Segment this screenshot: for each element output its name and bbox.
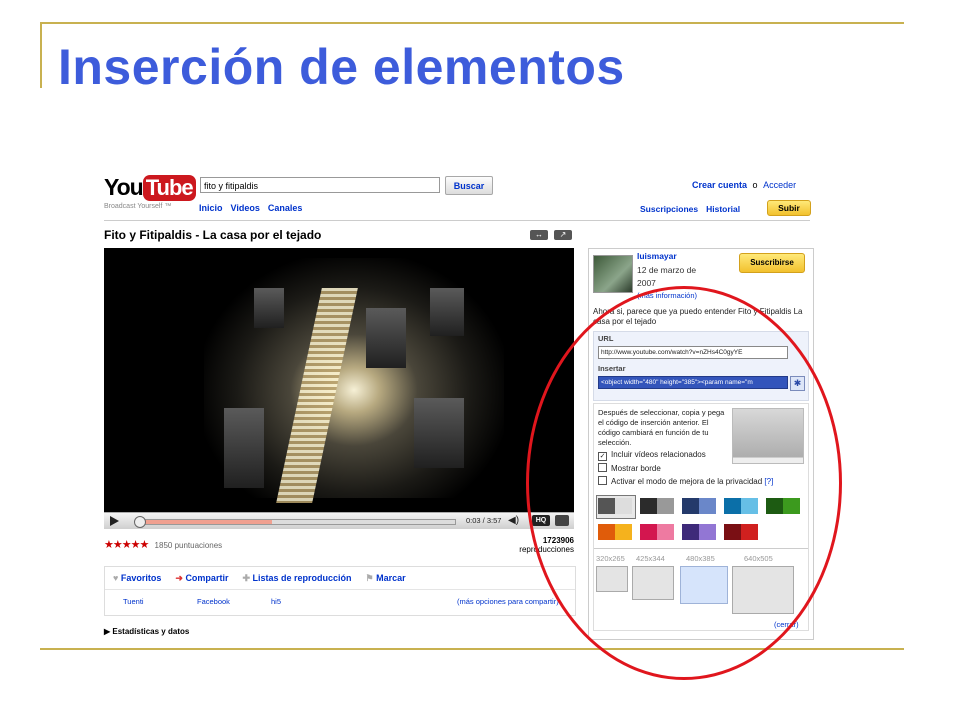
heart-icon: ♥ [113,573,119,583]
progress-bar[interactable] [138,519,456,525]
left-rule [40,22,42,88]
popout-icon[interactable]: ↗ [554,230,572,240]
account-links: Crear cuenta o Acceder [692,180,796,190]
nav-inicio[interactable]: Inicio [199,203,223,213]
ratings-count: 1850 puntuaciones [154,541,223,550]
video-building [366,308,406,368]
history-link[interactable]: Historial [706,204,740,214]
plus-icon: ✚ [242,573,250,583]
expand-icon[interactable]: ↔ [530,230,548,240]
nav-videos[interactable]: Videos [231,203,260,213]
upload-button[interactable]: Subir [767,200,811,216]
time-display: 0:03 / 3:57 [466,516,502,525]
main-nav: Inicio Videos Canales [199,203,310,213]
share-label: Compartir [185,573,229,583]
create-account-link[interactable]: Crear cuenta [692,180,747,190]
flag-icon: ⚑ [365,573,374,583]
header-divider [104,220,810,221]
video-player[interactable] [104,248,574,512]
share-button[interactable]: ➜ Compartir [175,573,228,583]
logo-tube: Tube [142,175,196,201]
expand-arrow-icon: ▶ [104,627,111,636]
action-panel: ♥ Favoritos ➜ Compartir ✚ Listas de reprod… [104,566,576,616]
search-input[interactable]: fito y fitipaldis [200,177,440,193]
user-nav: Suscripciones Historial [640,204,740,214]
action-bar: ♥ Favoritos ➜ Compartir ✚ Listas de reprod… [113,573,420,584]
slide-title: Inserción de elementos [58,39,625,95]
user-name[interactable]: luismayar [637,251,677,261]
sign-in-link[interactable]: Acceder [763,180,796,190]
player-controls: 0:03 / 3:57 ◀︎) HQ [104,512,574,529]
flag-button[interactable]: ⚑ Marcar [366,573,406,583]
nav-canales[interactable]: Canales [268,203,303,213]
video-building [224,408,264,488]
share-tuenti[interactable]: Tuenti [123,597,144,606]
stats-label: Estadísticas y datos [112,627,190,636]
more-share-link[interactable]: (más opciones para compartir) [457,597,559,606]
avatar[interactable] [593,255,633,293]
subscriptions-link[interactable]: Suscripciones [640,204,698,214]
video-title: Fito y Fitipaldis - La casa por el tejad… [104,228,322,242]
arrow-icon: ➜ [175,573,183,583]
playlists-label: Listas de reproducción [252,573,352,583]
subscribe-button[interactable]: Suscribirse [739,253,805,273]
volume-icon[interactable]: ◀︎) [508,515,519,526]
video-building [430,288,464,336]
progress-fill [139,520,272,524]
play-icon[interactable] [110,516,119,526]
playlists-button[interactable]: ✚ Listas de reproducción [242,573,351,583]
highlight-ellipse [526,286,842,680]
favorites-button[interactable]: ♥ Favoritos [113,573,161,583]
stats-toggle[interactable]: ▶ Estadísticas y datos [104,627,189,636]
share-hi5[interactable]: hi5 [271,597,281,606]
favorites-label: Favoritos [120,573,162,583]
bottom-rule [40,648,904,650]
tagline: Broadcast Yourself ™ [104,203,172,210]
share-facebook[interactable]: Facebook [197,597,230,606]
or-text: o [752,180,758,190]
video-building [414,398,464,468]
video-building [254,288,284,328]
youtube-logo[interactable]: You Tube [104,174,196,201]
rating-stars-icon[interactable]: ★★★★★ [104,539,149,551]
logo-you: You [104,174,144,200]
flag-label: Marcar [376,573,406,583]
top-rule [40,22,904,24]
rating: ★★★★★ 1850 puntuaciones [104,538,222,551]
share-divider [105,589,575,590]
seek-handle[interactable] [134,516,146,528]
search-button[interactable]: Buscar [445,176,493,195]
